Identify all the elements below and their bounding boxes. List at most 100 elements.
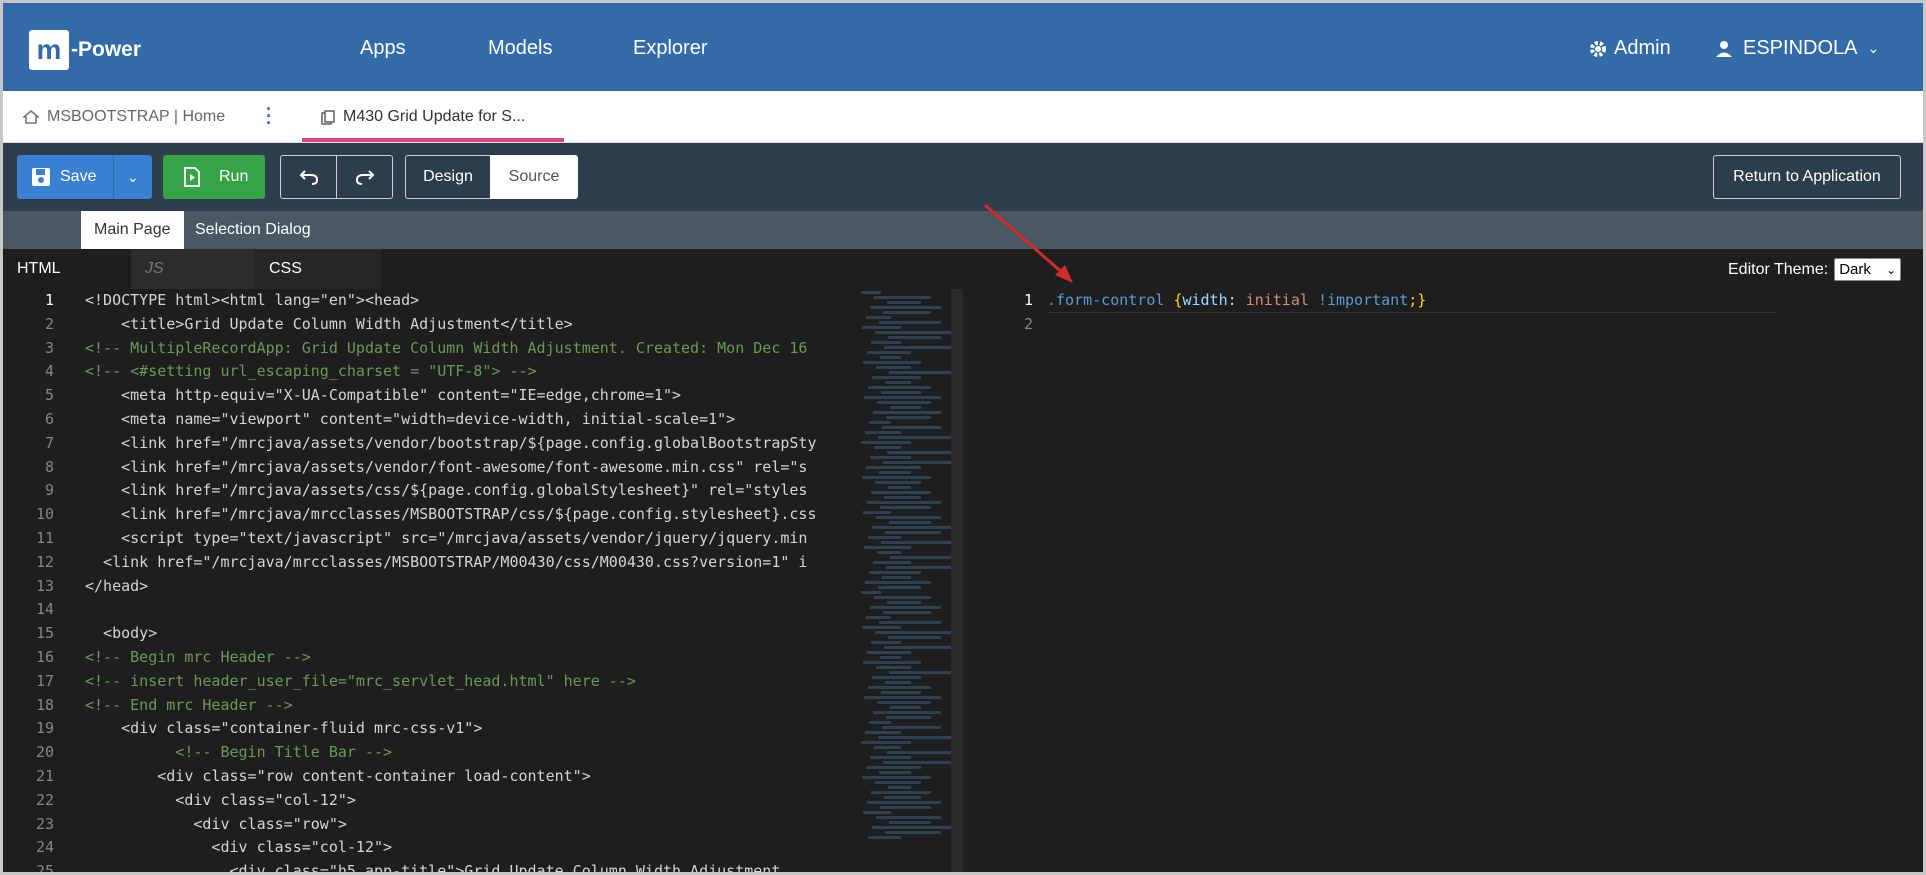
code-line: <!-- Begin mrc Header -->	[85, 647, 311, 666]
minimap-line	[870, 756, 911, 759]
minimap-line	[876, 366, 911, 369]
minimap-line	[882, 726, 941, 729]
minimap-line	[871, 341, 901, 344]
mpower-logo[interactable]: m -Power	[29, 30, 141, 70]
line-number: 15	[35, 624, 54, 643]
css-code-editor[interactable]: 1 2 .form-control {width: initial !impor…	[963, 289, 1923, 872]
minimap-line	[866, 316, 891, 319]
minimap-line	[887, 301, 921, 304]
nav-models[interactable]: Models	[488, 37, 552, 60]
minimap-line	[888, 636, 941, 639]
minimap-line	[884, 646, 951, 649]
code-line: <div class="h5 app-title">Grid Update Co…	[85, 862, 781, 875]
minimap-line	[885, 531, 941, 534]
minimap-line	[868, 536, 901, 539]
annotation-arrow-icon	[984, 203, 1073, 283]
document-tab-bar: MSBOOTSTRAP | Home · · · M430 Grid Update …	[3, 91, 1923, 143]
minimap-line	[874, 746, 901, 749]
return-to-application-button[interactable]: Return to Application	[1713, 155, 1901, 199]
code-line: <body>	[85, 624, 158, 643]
tab-current-label: M430 Grid Update for S...	[343, 108, 526, 125]
code-line: <div class="col-12">	[85, 790, 356, 809]
minimap-line	[884, 796, 921, 799]
tab-css[interactable]: CSS	[255, 249, 381, 289]
minimap-line	[869, 571, 921, 574]
minimap-line	[879, 321, 941, 324]
run-file-icon	[184, 167, 200, 187]
minimap-line	[862, 776, 931, 779]
minimap-line	[880, 506, 931, 509]
minimap-line	[864, 396, 941, 399]
code-minimap[interactable]	[861, 289, 961, 872]
editor-language-tabs: HTML JS CSS Editor Theme: Dark ⌄	[3, 249, 1923, 289]
source-view-button[interactable]: Source	[490, 155, 578, 199]
minimap-line	[865, 581, 931, 584]
code-line: <!-- MultipleRecordApp: Grid Update Colu…	[85, 338, 808, 357]
minimap-line	[884, 496, 921, 499]
code-line: </head>	[85, 576, 149, 595]
line-number-gutter: 1 2 3 4 5 6 7 8 9 10 11 12 13 14 15 16 17 18 19 20 21 22 23 24 2…	[3, 289, 63, 872]
minimap-line	[862, 326, 901, 329]
active-tab-indicator	[302, 138, 564, 142]
user-menu[interactable]: ESPINDOLA ⌄	[1715, 37, 1879, 60]
tab-selection-dialog[interactable]: Selection Dialog	[182, 211, 324, 249]
minimap-line	[871, 791, 931, 794]
run-label: Run	[219, 168, 249, 185]
design-view-button[interactable]: Design	[405, 155, 491, 199]
top-nav-bar: m -Power Apps Models Explorer Admin ESPI…	[3, 3, 1923, 91]
html-code-editor[interactable]: 1 2 3 4 5 6 7 8 9 10 11 12 13 14 15 16 17 18 19 20 21 22 23 24 2…	[3, 289, 861, 875]
line-number: 22	[35, 790, 54, 809]
minimap-line	[885, 681, 911, 684]
line-number: 24	[35, 838, 54, 857]
code-line: <link href="/mrcjava/mrcclasses/MSBOOTST…	[85, 505, 817, 524]
editor-scrollbar[interactable]	[951, 289, 963, 872]
editor-theme-select[interactable]: Dark ⌄	[1834, 258, 1902, 281]
nav-explorer[interactable]: Explorer	[633, 37, 707, 60]
editor-theme-value: Dark	[1839, 261, 1871, 278]
minimap-line	[889, 821, 931, 824]
minimap-line	[880, 656, 901, 659]
code-line: <meta name="viewport" content="width=dev…	[85, 409, 736, 428]
tab-home[interactable]: MSBOOTSTRAP | Home	[23, 91, 225, 143]
minimap-line	[868, 386, 931, 389]
line-number: 5	[44, 386, 54, 405]
redo-icon	[355, 170, 374, 185]
code-line: <div class="col-12">	[85, 838, 393, 857]
code-line: <div class="container-fluid mrc-css-v1">	[85, 719, 483, 738]
tab-js[interactable]: JS	[131, 249, 255, 289]
code-line: <meta http-equiv="X-UA-Compatible" conte…	[85, 386, 682, 405]
chevron-down-icon: ⌄	[1867, 40, 1880, 56]
save-dropdown-chevron-icon[interactable]: ⌄	[127, 169, 139, 186]
save-button[interactable]: Save ⌄	[17, 155, 152, 199]
minimap-line	[870, 456, 911, 459]
logo-mark: m	[29, 30, 69, 70]
minimap-line	[872, 676, 921, 679]
minimap-line	[884, 346, 951, 349]
tab-html[interactable]: HTML	[17, 249, 131, 289]
tab-current-app[interactable]: M430 Grid Update for S...	[321, 91, 525, 143]
minimap-line	[875, 331, 951, 334]
minimap-line	[876, 666, 911, 669]
minimap-line	[888, 336, 941, 339]
nav-apps[interactable]: Apps	[360, 37, 406, 60]
minimap-line	[871, 491, 931, 494]
minimap-line	[874, 596, 931, 599]
code-line: <link href="/mrcjava/mrcclasses/MSBOOTST…	[85, 552, 808, 571]
admin-menu[interactable]: Admin	[1588, 37, 1671, 60]
minimap-line	[868, 686, 931, 689]
undo-button[interactable]	[280, 155, 337, 199]
code-line: <!-- insert header_user_file="mrc_servle…	[85, 671, 636, 690]
minimap-line	[869, 421, 891, 424]
minimap-line	[863, 361, 921, 364]
code-lines: <!DOCTYPE html><html lang="en"><head> <t…	[85, 289, 861, 875]
minimap-line	[862, 626, 901, 629]
redo-button[interactable]	[336, 155, 393, 199]
line-number: 12	[35, 552, 54, 571]
minimap-line	[878, 736, 951, 739]
minimap-line	[879, 471, 911, 474]
kebab-menu-icon[interactable]: · · ·	[266, 100, 272, 132]
minimap-line	[877, 701, 931, 704]
tab-main-page[interactable]: Main Page	[81, 211, 184, 249]
run-button[interactable]: Run	[163, 155, 265, 199]
